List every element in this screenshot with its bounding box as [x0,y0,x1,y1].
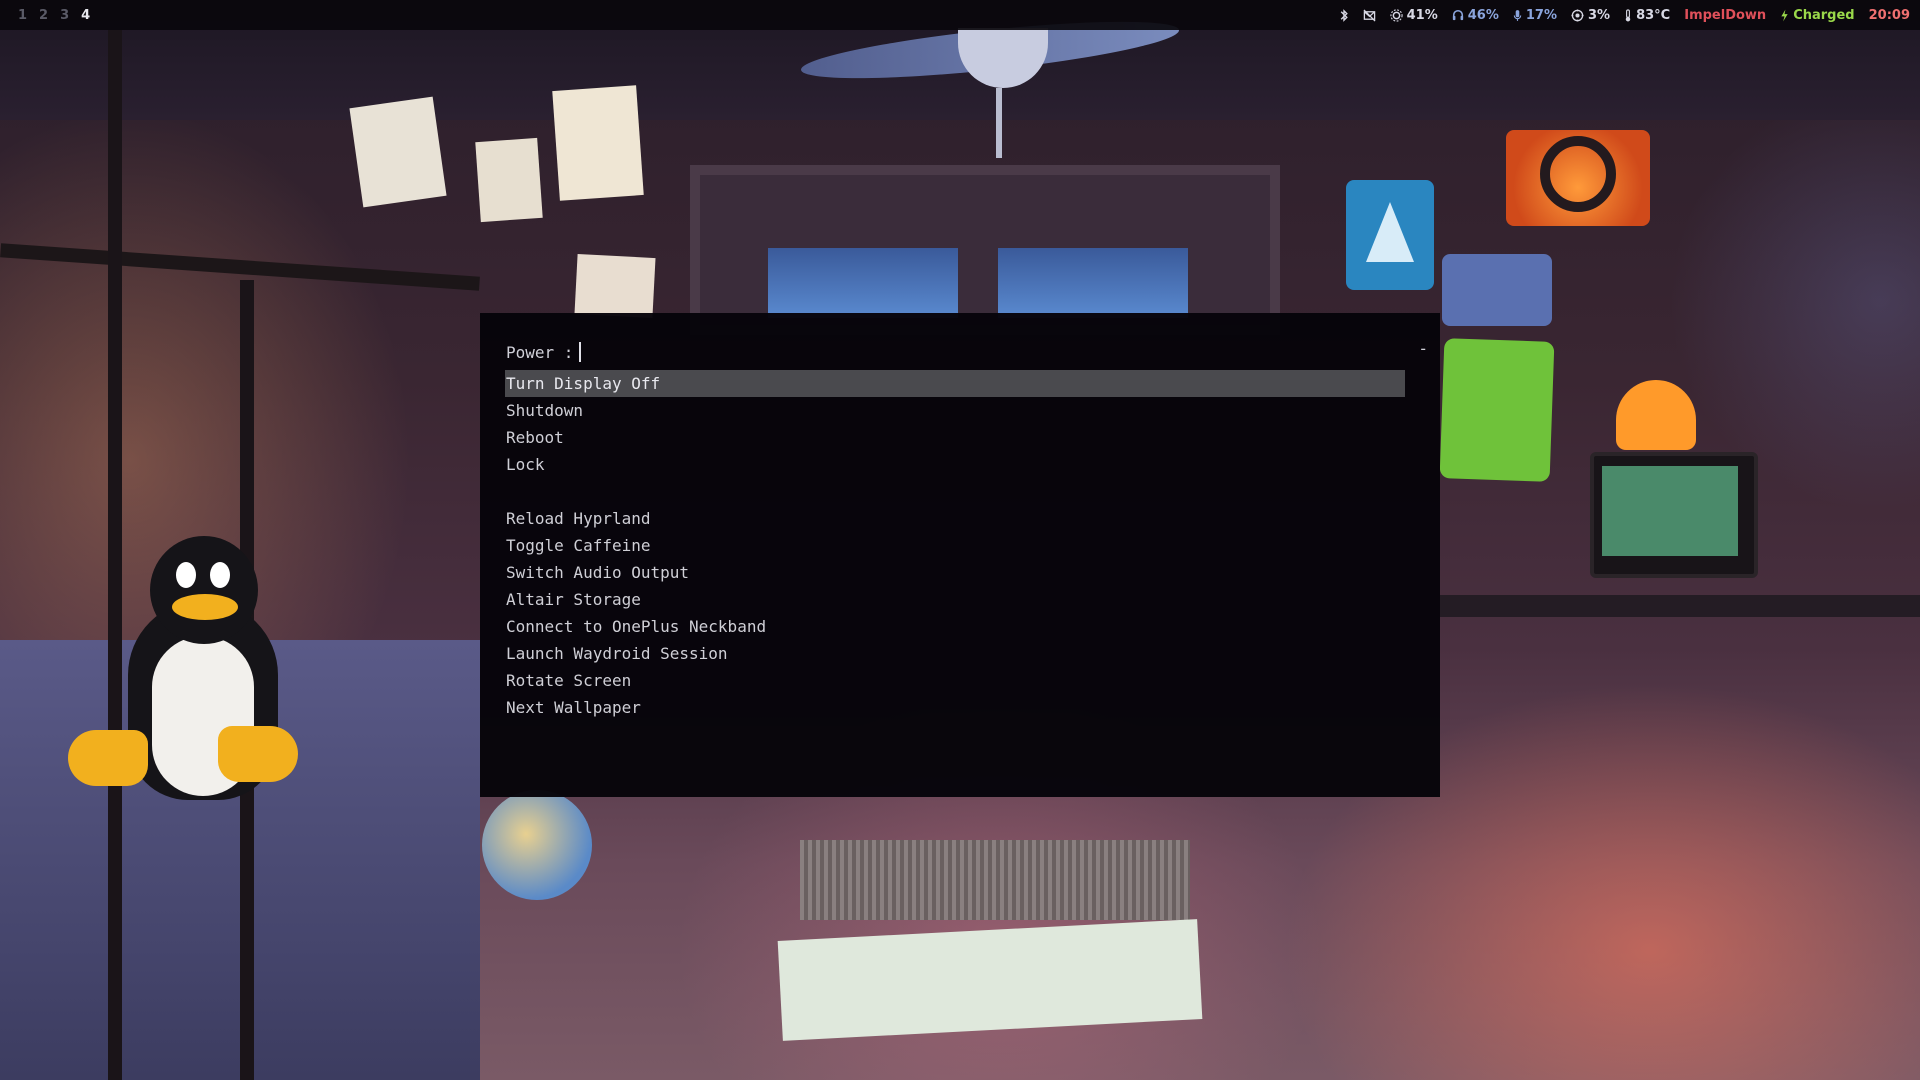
linux-mint-logo-poster [1439,338,1555,482]
workspace-button-1[interactable]: 1 [18,8,27,23]
mode-indicator: - [1418,339,1428,358]
workspace-switcher: 1 2 3 4 [0,8,90,23]
wallpaper-bunk-post [108,30,122,1080]
menu-item-shutdown[interactable]: Shutdown [505,397,1405,424]
headphones-volume-module[interactable]: 46% [1452,8,1499,23]
cpu-usage-value: 3% [1588,7,1611,23]
microphone-icon [1513,9,1522,21]
menu-item-rotate-screen[interactable]: Rotate Screen [505,667,1405,694]
workspace-button-2[interactable]: 2 [39,8,48,23]
cpu-icon [1571,8,1584,22]
brightness-module[interactable]: 41% [1390,8,1438,23]
wallpaper-poster [574,254,656,318]
workspace-button-4[interactable]: 4 [81,8,90,23]
tux-penguin-foot [218,726,298,782]
temperature-value: 83°C [1636,7,1671,23]
menu-item-connect-oneplus-neckband[interactable]: Connect to OnePlus Neckband [505,613,1405,640]
wallpaper-poster [552,85,644,201]
menu-item-toggle-caffeine[interactable]: Toggle Caffeine [505,532,1405,559]
headphones-icon [1452,9,1463,21]
bluetooth-module[interactable] [1339,8,1349,22]
lightning-icon [1781,9,1788,21]
battery-module[interactable]: Charged [1780,7,1855,23]
wallpaper-board-game [777,919,1203,1041]
microphone-value: 17% [1525,7,1558,23]
network-name: ImpelDown [1684,7,1767,23]
prompt-input-cursor[interactable] [579,342,582,362]
wallpaper-crt-screen [1602,466,1738,556]
menu-item-turn-display-off[interactable]: Turn Display Off [505,370,1405,397]
notifications-off-icon [1363,8,1376,22]
arch-logo-icon [1366,202,1414,262]
menu-item-next-wallpaper[interactable]: Next Wallpaper [505,694,1405,721]
status-modules: 41% 46% 17% 3% 83°C ImpelDown Charged 20… [1339,8,1920,23]
temperature-module[interactable]: 83°C [1624,8,1670,23]
microphone-module[interactable]: 17% [1513,8,1557,23]
clock-time: 20:09 [1868,7,1910,23]
menu-item-reboot[interactable]: Reboot [505,424,1405,451]
wallpaper-window-right [998,248,1188,318]
menu-item-separator [505,478,1405,505]
menu-item-reload-hyprland[interactable]: Reload Hyprland [505,505,1405,532]
power-menu-launcher: Power : - Turn Display Off Shutdown Rebo… [480,313,1440,797]
tux-penguin-beak [172,594,238,620]
network-module[interactable]: ImpelDown [1684,8,1766,23]
wallpaper-desk [1440,595,1920,617]
wallpaper-poster [475,137,543,223]
brightness-icon [1390,8,1403,22]
cpu-module[interactable]: 3% [1571,8,1610,23]
wallpaper-rug [800,840,1190,920]
wallpaper-poster [349,96,447,208]
notifications-module[interactable] [1363,8,1376,22]
ceiling-fan-rod [996,88,1002,158]
wallpaper-globe [482,790,592,900]
status-bar: 1 2 3 4 41% 46% 17% 3% 83°C ImpelDown Ch… [0,0,1920,30]
tux-penguin-head [150,536,258,644]
prompt-label: Power : [506,342,574,362]
wallpaper-helmet [1616,380,1696,450]
menu-item-altair-storage[interactable]: Altair Storage [505,586,1405,613]
tux-penguin-eye [176,562,196,588]
menu-item-lock[interactable]: Lock [505,451,1405,478]
menu-item-launch-waydroid-session[interactable]: Launch Waydroid Session [505,640,1405,667]
clock-module[interactable]: 20:09 [1869,8,1910,23]
tux-penguin-eye [210,562,230,588]
rust-logo-gear [1540,136,1616,212]
bluetooth-icon [1340,8,1348,22]
brightness-value: 41% [1406,7,1438,23]
workspace-button-3[interactable]: 3 [60,8,69,23]
menu-list: Turn Display Off Shutdown Reboot Lock Re… [505,370,1405,721]
tux-penguin-foot [68,730,148,786]
prompt-row: Power : [506,339,1422,365]
headphones-volume-value: 46% [1467,7,1499,23]
battery-status: Charged [1793,7,1855,23]
menu-item-switch-audio-output[interactable]: Switch Audio Output [505,559,1405,586]
gnome-logo-poster [1442,254,1552,326]
thermometer-icon [1625,8,1631,21]
wallpaper-window-left [768,248,958,318]
